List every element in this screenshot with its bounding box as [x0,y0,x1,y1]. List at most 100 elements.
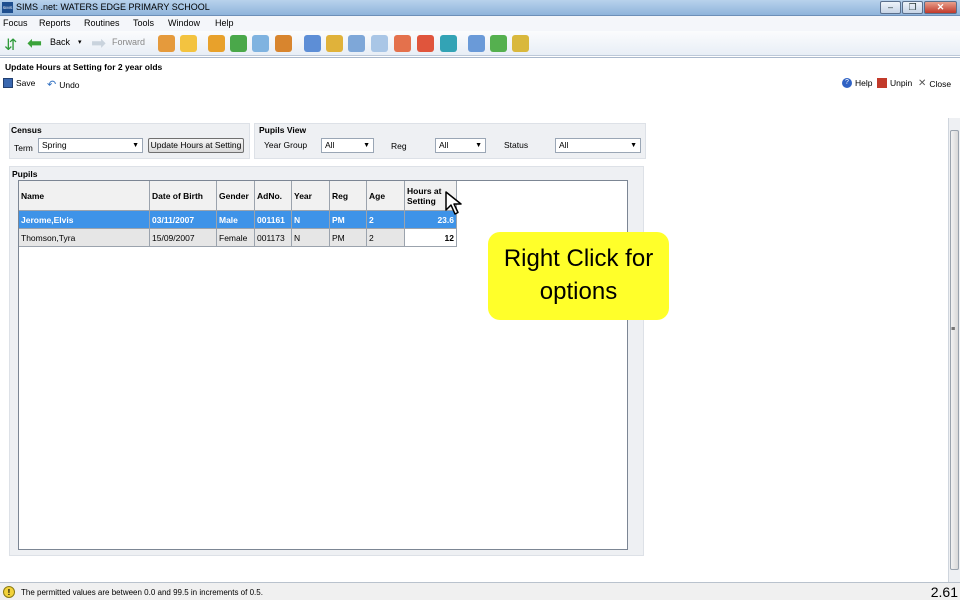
cell-gender[interactable]: Female [217,229,255,247]
cell-hours[interactable]: 12 [405,229,457,247]
clock-icon[interactable] [417,35,434,52]
status-value: All [559,140,569,150]
transfer-icon[interactable] [440,35,457,52]
edit-icon[interactable] [371,35,388,52]
cell-name[interactable]: Jerome,Elvis [19,211,150,229]
column-header-year[interactable]: Year [292,181,330,211]
close-icon: ✕ [918,78,927,89]
chevron-down-icon: ▼ [475,142,482,149]
page-header: Update Hours at Setting for 2 year olds [0,57,960,74]
column-header-adno[interactable]: AdNo. [255,181,292,211]
cell-name[interactable]: Thomson,Tyra [19,229,150,247]
vertical-scrollbar[interactable]: ≡ [948,118,960,582]
main-toolbar: ⇵ ⬅ Back ▾ ➡ Forward [0,31,960,56]
column-header-reg[interactable]: Reg [330,181,367,211]
forward-button[interactable]: Forward [112,37,145,47]
refresh-icon[interactable]: ⇵ [4,35,17,55]
window-title: SIMS .net: WATERS EDGE PRIMARY SCHOOL [16,2,210,12]
menu-reports[interactable]: Reports [39,18,71,28]
year-group-label: Year Group [264,140,308,150]
pupils-title: Pupils [12,169,38,179]
page-title: Update Hours at Setting for 2 year olds [5,62,163,72]
chart-icon[interactable] [304,35,321,52]
flag-icon[interactable] [230,35,247,52]
cell-dob[interactable]: 15/09/2007 [150,229,217,247]
cell-reg[interactable]: PM [330,211,367,229]
cell-year[interactable]: N [292,229,330,247]
column-header-gender[interactable]: Gender [217,181,255,211]
menu-focus[interactable]: Focus [3,18,28,28]
cell-year[interactable]: N [292,211,330,229]
people-icon[interactable] [394,35,411,52]
grip-icon: ≡ [951,326,956,333]
year-group-value: All [325,140,335,150]
status-bar: ! The permitted values are between 0.0 a… [0,582,960,600]
pupils-icon[interactable] [158,35,175,52]
help-icon: ? [842,78,852,88]
mail-icon[interactable] [252,35,269,52]
back-dropdown-icon[interactable]: ▾ [78,38,82,46]
pupils-view-title: Pupils View [259,125,307,135]
menu-help[interactable]: Help [215,18,234,28]
forward-arrow-icon[interactable]: ➡ [91,33,106,54]
chevron-down-icon: ▼ [132,142,139,149]
term-label: Term [14,143,33,153]
menu-routines[interactable]: Routines [84,18,120,28]
status-label: Status [504,140,529,150]
mouse-cursor-icon [445,191,462,215]
status-select[interactable]: All ▼ [555,138,641,153]
title-bar: SIMS SIMS .net: WATERS EDGE PRIMARY SCHO… [0,0,960,16]
cell-adno[interactable]: 001161 [255,211,292,229]
save-button[interactable]: Save [3,78,35,88]
chevron-down-icon: ▼ [363,142,370,149]
census-title: Census [11,125,42,135]
cell-gender[interactable]: Male [217,211,255,229]
unpin-button[interactable]: Unpin [877,78,912,88]
close-button[interactable]: ✕ Close [918,78,951,89]
undo-label: Undo [59,79,80,90]
reg-value: All [439,140,449,150]
back-button[interactable]: Back [50,37,70,47]
maximize-button[interactable]: ❐ [902,1,923,14]
document-icon[interactable] [348,35,365,52]
column-header-dob[interactable]: Date of Birth [150,181,217,211]
status-message: The permitted values are between 0.0 and… [21,588,263,597]
globe-icon[interactable] [490,35,507,52]
cell-adno[interactable]: 001173 [255,229,292,247]
chevron-down-icon: ▼ [630,142,637,149]
term-select[interactable]: Spring ▼ [38,138,143,153]
report-icon[interactable] [468,35,485,52]
instruction-callout: Right Click for options [488,232,669,320]
page-number: 2.61 [930,584,958,600]
cell-age[interactable]: 2 [367,229,405,247]
column-header-name[interactable]: Name [19,181,150,211]
close-window-button[interactable]: ✕ [924,1,957,14]
sims-icon: SIMS [2,2,13,13]
contact-icon[interactable] [180,35,197,52]
back-arrow-icon[interactable]: ⬅ [27,33,42,54]
cell-dob[interactable]: 03/11/2007 [150,211,217,229]
undo-button[interactable]: ↶ Undo [47,78,80,91]
menu-window[interactable]: Window [168,18,200,28]
help-button[interactable]: ? Help [842,78,872,88]
minimize-button[interactable]: – [880,1,901,14]
reg-select[interactable]: All ▼ [435,138,486,153]
book-icon[interactable] [208,35,225,52]
reg-label: Reg [391,141,407,151]
close-label: Close [929,78,952,89]
cell-reg[interactable]: PM [330,229,367,247]
update-hours-button[interactable]: Update Hours at Setting [148,138,244,153]
menu-tools[interactable]: Tools [133,18,154,28]
save-label: Save [16,78,36,88]
term-value: Spring [42,140,67,150]
register-icon[interactable] [326,35,343,52]
unpin-label: Unpin [890,78,913,88]
save-icon [3,78,13,88]
folder-icon[interactable] [512,35,529,52]
teacher-icon[interactable] [275,35,292,52]
scrollbar-thumb[interactable] [950,130,959,570]
column-header-age[interactable]: Age [367,181,405,211]
cell-age[interactable]: 2 [367,211,405,229]
help-label: Help [855,78,873,88]
year-group-select[interactable]: All ▼ [321,138,374,153]
